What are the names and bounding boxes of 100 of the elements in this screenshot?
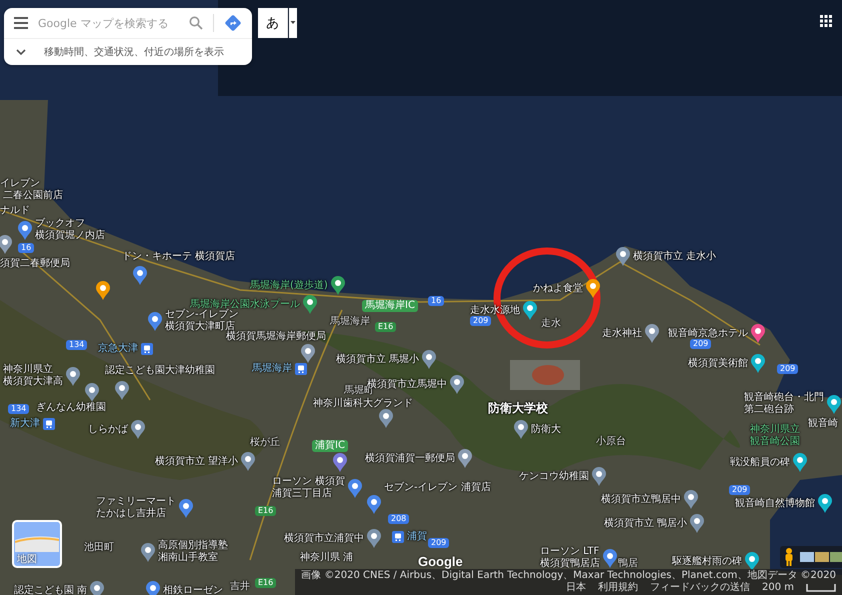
place-label[interactable]: 観音崎: [808, 418, 838, 430]
place-label[interactable]: 馬堀海岸: [330, 316, 370, 328]
place-label[interactable]: 横須賀市立 鴨居小: [604, 518, 688, 530]
place-label[interactable]: 馬堀海岸: [252, 363, 292, 375]
place-label[interactable]: 横須賀市立浦賀中: [284, 532, 364, 544]
place-label[interactable]: 横須賀市立 馬堀小: [336, 354, 420, 366]
place-label[interactable]: 池田町: [84, 542, 114, 554]
pegman-icon[interactable]: [784, 548, 794, 566]
feedback-link[interactable]: フィードバックの送信: [650, 582, 750, 594]
place-label[interactable]: 横須賀美術館: [688, 358, 748, 370]
map-pin-icon[interactable]: [141, 542, 155, 562]
map-pin-icon[interactable]: [592, 467, 606, 486]
place-label[interactable]: かねよ食堂: [533, 282, 583, 294]
place-label[interactable]: 横須賀市立 望洋小: [155, 456, 238, 468]
place-label[interactable]: 観音崎京急ホテル: [668, 328, 748, 340]
place-label[interactable]: 神奈川歯科大グランド: [313, 398, 413, 410]
search-icon[interactable]: [189, 16, 203, 30]
menu-icon[interactable]: [14, 17, 28, 29]
map-pin-icon[interactable]: [301, 344, 315, 363]
place-label[interactable]: 走水神社: [602, 328, 642, 340]
map-pin-icon[interactable]: [146, 581, 160, 595]
map-pin-icon[interactable]: [523, 301, 537, 320]
place-label[interactable]: 横須賀浦賀一郵便局: [365, 452, 455, 464]
map-pin-icon[interactable]: [66, 366, 80, 386]
map-pin-icon[interactable]: [115, 381, 129, 400]
caret-icon[interactable]: [289, 8, 297, 38]
search-field[interactable]: Google マップを検索する: [38, 16, 179, 30]
place-label[interactable]: 相鉄ローゼン: [163, 584, 223, 595]
place-label[interactable]: ぎんなん幼稚園: [36, 402, 106, 414]
place-label[interactable]: ナルド: [0, 205, 30, 217]
place-label[interactable]: 神奈川県 浦: [300, 552, 354, 564]
place-label[interactable]: ローソン 横須賀 浦賀三丁目店: [272, 476, 346, 500]
place-label[interactable]: 認定こども園大津幼稚園: [105, 365, 215, 377]
place-label[interactable]: 横須賀馬堀海岸郵便局: [226, 331, 326, 343]
place-label[interactable]: 神奈川県立 観音崎公園: [750, 424, 800, 448]
place-label[interactable]: 防衛大: [531, 424, 561, 436]
place-label[interactable]: 小原台: [596, 436, 626, 448]
place-label[interactable]: ローソン LTF 横須賀鴨居店: [540, 546, 600, 570]
map-pin-icon[interactable]: [645, 324, 659, 343]
map-pin-icon[interactable]: [303, 295, 317, 314]
place-label[interactable]: 馬堀海岸公園水泳プール: [190, 298, 300, 310]
place-label[interactable]: ドン・キホーテ 横須賀店: [122, 251, 236, 263]
map-pin-icon[interactable]: [422, 350, 436, 369]
map-pin-icon[interactable]: [586, 279, 600, 298]
place-label[interactable]: 二春公園前店: [3, 190, 63, 202]
apps-icon[interactable]: [820, 15, 832, 27]
place-label[interactable]: 駆逐艦村雨の碑: [672, 556, 742, 568]
map-pin-icon[interactable]: [18, 220, 32, 240]
train-station-icon[interactable]: [295, 363, 307, 375]
place-label[interactable]: 神奈川県立 横須賀大津高: [3, 364, 63, 388]
input-tool-button[interactable]: あ: [258, 8, 288, 38]
place-label[interactable]: イレブン: [0, 178, 40, 190]
map-pin-icon[interactable]: [450, 375, 464, 394]
map-pin-icon[interactable]: [751, 354, 765, 373]
place-label[interactable]: ブックオフ 横須賀堀ノ内店: [35, 218, 105, 242]
map-pin-icon[interactable]: [367, 529, 381, 548]
map-pin-icon[interactable]: [458, 449, 472, 468]
place-label[interactable]: 須賀二春郵便局: [0, 258, 70, 270]
place-label[interactable]: 横須賀市立 走水小: [633, 250, 716, 262]
place-label[interactable]: 観音崎自然博物館: [735, 498, 815, 510]
map-pin-icon[interactable]: [96, 281, 110, 300]
map-pin-icon[interactable]: [684, 490, 698, 509]
place-label[interactable]: セブン-イレブン 浦賀店: [384, 482, 491, 494]
map-pin-icon[interactable]: [241, 452, 256, 471]
map-pin-icon[interactable]: [827, 394, 841, 414]
place-label[interactable]: 新大津: [10, 418, 40, 430]
map-pin-icon[interactable]: [333, 453, 347, 472]
place-label[interactable]: ケンコウ幼稚園: [519, 470, 589, 482]
place-label[interactable]: 走水: [541, 318, 561, 330]
suggestion-row[interactable]: 移動時間、交通状況、付近の場所を表示: [4, 39, 252, 65]
place-label[interactable]: 馬堀海岸(遊歩道): [250, 280, 328, 292]
map-pin-icon[interactable]: [133, 266, 147, 285]
place-label[interactable]: 鴨居: [618, 558, 638, 570]
map-pin-icon[interactable]: [603, 548, 617, 568]
map-pin-icon[interactable]: [367, 495, 381, 514]
train-station-icon[interactable]: [43, 418, 55, 430]
place-label[interactable]: しらかば: [88, 424, 128, 436]
map-pin-icon[interactable]: [514, 420, 528, 439]
map-pin-icon[interactable]: [148, 312, 162, 330]
place-label[interactable]: 戦没船員の碑: [730, 456, 790, 468]
map-pin-icon[interactable]: [348, 478, 362, 498]
place-label[interactable]: 桜が丘: [250, 437, 280, 449]
map-pin-icon[interactable]: [131, 420, 145, 439]
map-pin-icon[interactable]: [90, 581, 104, 595]
place-label[interactable]: 観音崎砲台・北門 第二砲台跡: [744, 392, 824, 416]
place-label[interactable]: 高原個別指導塾 湘南山手教室: [158, 540, 228, 564]
place-label[interactable]: 吉井: [230, 581, 250, 593]
satellite-map-drawing[interactable]: [0, 0, 842, 595]
place-label[interactable]: 認定こども園 南: [14, 584, 88, 595]
imagery-thumbnails-icon[interactable]: [800, 551, 842, 563]
map-pin-icon[interactable]: [0, 235, 12, 254]
map-pin-icon[interactable]: [179, 498, 193, 518]
map-pin-icon[interactable]: [818, 494, 832, 513]
place-label[interactable]: 横須賀市立鴨居中: [601, 494, 681, 506]
map-pin-icon[interactable]: [616, 247, 630, 266]
train-station-icon[interactable]: [141, 343, 153, 355]
map-pin-icon[interactable]: [751, 324, 765, 343]
place-label[interactable]: ファミリーマート たかはし吉井店: [96, 496, 176, 520]
map-pin-icon[interactable]: [379, 409, 393, 428]
train-station-icon[interactable]: [392, 531, 404, 543]
